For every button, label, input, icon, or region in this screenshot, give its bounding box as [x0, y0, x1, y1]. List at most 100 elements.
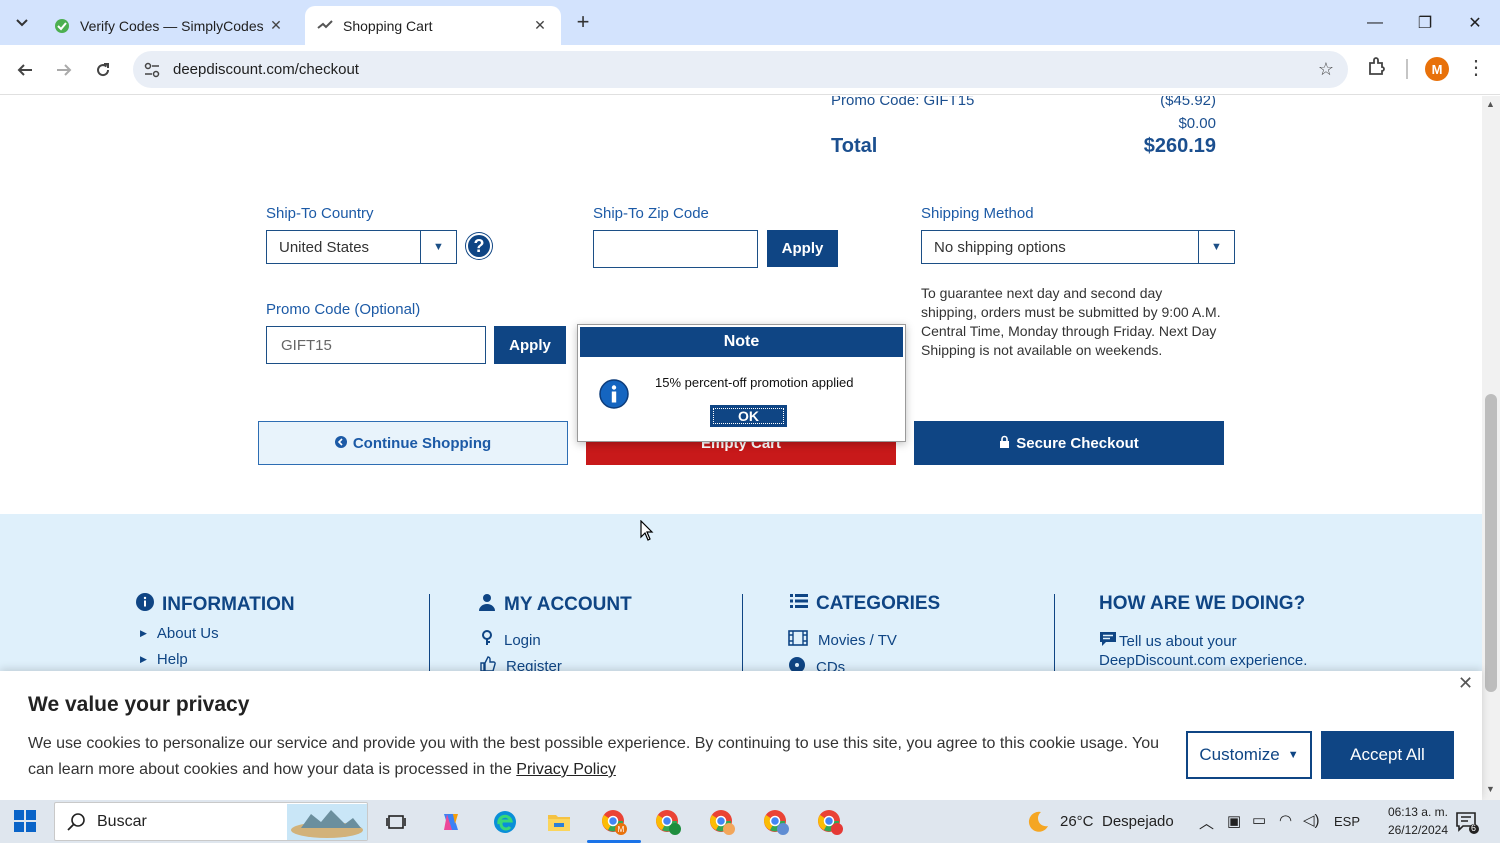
- footer-link-feedback[interactable]: Tell us about your: [1099, 631, 1237, 651]
- language-indicator[interactable]: ESP: [1334, 814, 1360, 829]
- list-icon: [790, 593, 808, 615]
- chrome-profile-v-icon[interactable]: [653, 807, 683, 837]
- footer-link-login[interactable]: Login: [480, 630, 541, 650]
- footer-divider: [429, 594, 430, 674]
- weather-moon-icon[interactable]: [1023, 807, 1053, 837]
- new-tab-plus-icon[interactable]: +: [570, 10, 596, 36]
- film-icon: [788, 630, 808, 650]
- task-view-icon[interactable]: [381, 807, 411, 837]
- help-question-icon[interactable]: ?: [466, 233, 492, 259]
- back-arrow-icon[interactable]: [11, 56, 39, 84]
- wifi-icon[interactable]: ◠: [1279, 811, 1292, 829]
- promo-summary-label: Promo Code: GIFT15: [831, 96, 975, 109]
- footer-link-movies[interactable]: Movies / TV: [788, 630, 897, 650]
- minimize-icon[interactable]: —: [1350, 0, 1400, 45]
- taskbar-search[interactable]: Buscar: [54, 802, 368, 841]
- footer-link-about[interactable]: ▶ About Us: [140, 625, 219, 642]
- extra-summary-value: $0.00: [1178, 115, 1216, 132]
- tab-search-chevron-icon[interactable]: [8, 9, 36, 37]
- tray-chevron-up-icon[interactable]: ︿: [1199, 812, 1214, 833]
- chevron-down-icon: ▼: [420, 231, 456, 263]
- restore-icon[interactable]: ❐: [1400, 0, 1450, 45]
- chrome-profile-4-icon[interactable]: [761, 807, 791, 837]
- page-scrollbar[interactable]: ▲ ▼: [1482, 96, 1500, 800]
- taskbar-clock[interactable]: 06:13 a. m. 26/12/2024: [1388, 803, 1448, 839]
- weather-temp[interactable]: 26°C: [1060, 813, 1094, 830]
- tab-shopping-cart[interactable]: Shopping Cart ✕: [305, 6, 561, 45]
- mouse-cursor-icon: [640, 519, 654, 547]
- footer-link-help[interactable]: ▶ Help: [140, 651, 188, 668]
- profile-avatar[interactable]: M: [1425, 57, 1449, 81]
- browser-menu-icon[interactable]: ⋮: [1466, 57, 1486, 81]
- dialog-title: Note: [580, 327, 903, 357]
- zip-apply-button[interactable]: Apply: [767, 230, 838, 267]
- cookie-close-icon[interactable]: ✕: [1458, 673, 1473, 694]
- note-dialog: Note 15% percent-off promotion applied O…: [577, 324, 906, 442]
- promo-code-input[interactable]: GIFT15: [266, 326, 486, 364]
- footer-feedback-line2[interactable]: DeepDiscount.com experience.: [1099, 652, 1307, 669]
- address-bar[interactable]: deepdiscount.com/checkout ☆: [133, 51, 1348, 88]
- meet-now-icon[interactable]: ▣: [1227, 812, 1241, 830]
- site-info-icon[interactable]: [143, 61, 161, 79]
- search-placeholder: Buscar: [97, 813, 147, 830]
- cookie-text: We use cookies to personalize our servic…: [28, 735, 1160, 778]
- speaker-icon[interactable]: ◁): [1303, 811, 1320, 829]
- browser-tab-bar: Verify Codes — SimplyCodes ✕ Shopping Ca…: [0, 0, 1500, 45]
- country-select[interactable]: United States ▼: [266, 230, 457, 264]
- forward-arrow-icon[interactable]: [50, 56, 78, 84]
- weather-description[interactable]: Despejado: [1102, 813, 1174, 830]
- privacy-policy-link[interactable]: Privacy Policy: [516, 761, 616, 778]
- notifications-icon[interactable]: 6: [1452, 807, 1482, 837]
- chrome-profile-5-icon[interactable]: [815, 807, 845, 837]
- promo-summary-value: ($45.92): [1160, 96, 1216, 109]
- extensions-puzzle-icon[interactable]: [1366, 56, 1392, 82]
- chrome-profile-m-icon[interactable]: M: [599, 807, 629, 837]
- tab-title: Shopping Cart: [343, 17, 433, 34]
- promo-code-label: Promo Code (Optional): [266, 301, 421, 318]
- copilot-icon[interactable]: [436, 807, 466, 837]
- windows-start-icon[interactable]: [14, 810, 38, 834]
- lock-icon: [999, 435, 1010, 452]
- footer-divider: [1054, 594, 1055, 674]
- windows-taskbar: Buscar M 26°C Despejado ︿ ▣ ▭ ◠ ◁) ESP 0…: [0, 800, 1500, 843]
- footer-divider: [742, 594, 743, 674]
- reload-icon[interactable]: [89, 56, 117, 84]
- search-icon: [67, 812, 87, 837]
- customize-button[interactable]: Customize ▼: [1186, 731, 1312, 779]
- chrome-profile-3-icon[interactable]: [707, 807, 737, 837]
- key-icon: [480, 630, 494, 650]
- country-label: Ship-To Country: [266, 205, 374, 222]
- arrow-left-circle-icon: [334, 435, 347, 452]
- file-explorer-icon[interactable]: [544, 807, 574, 837]
- shipping-method-value: No shipping options: [934, 239, 1066, 256]
- country-value: United States: [279, 239, 370, 256]
- zip-input[interactable]: [593, 230, 758, 268]
- secure-checkout-button[interactable]: Secure Checkout: [914, 421, 1224, 465]
- scrollbar-thumb[interactable]: [1485, 394, 1497, 692]
- edge-icon[interactable]: [490, 807, 520, 837]
- tab-simplycodes[interactable]: Verify Codes — SimplyCodes ✕: [42, 6, 297, 45]
- battery-icon[interactable]: ▭: [1252, 811, 1266, 829]
- continue-shopping-label: Continue Shopping: [352, 434, 492, 452]
- zip-label: Ship-To Zip Code: [593, 205, 709, 222]
- search-highlight-image-icon: [287, 804, 367, 840]
- scroll-down-arrow-icon[interactable]: ▼: [1486, 784, 1495, 794]
- bookmark-star-icon[interactable]: ☆: [1318, 59, 1334, 80]
- cookie-title: We value your privacy: [28, 693, 250, 716]
- accept-all-button[interactable]: Accept All: [1321, 731, 1454, 779]
- tab-title: Verify Codes — SimplyCodes: [80, 17, 264, 34]
- user-icon: [478, 593, 496, 617]
- footer-account-heading: MY ACCOUNT: [478, 593, 632, 617]
- scroll-up-arrow-icon[interactable]: ▲: [1486, 99, 1495, 109]
- shipping-method-select[interactable]: No shipping options ▼: [921, 230, 1235, 264]
- tab-close-icon[interactable]: ✕: [531, 17, 549, 34]
- total-label: Total: [831, 135, 878, 157]
- info-icon: [599, 379, 629, 409]
- simplycodes-favicon-icon: [54, 18, 70, 34]
- dialog-ok-button[interactable]: OK: [710, 405, 787, 427]
- caret-right-icon: ▶: [140, 654, 147, 664]
- promo-apply-button[interactable]: Apply: [494, 326, 566, 364]
- continue-shopping-button[interactable]: Continue Shopping: [258, 421, 568, 465]
- tab-close-icon[interactable]: ✕: [267, 17, 285, 34]
- window-close-icon[interactable]: ✕: [1450, 0, 1500, 45]
